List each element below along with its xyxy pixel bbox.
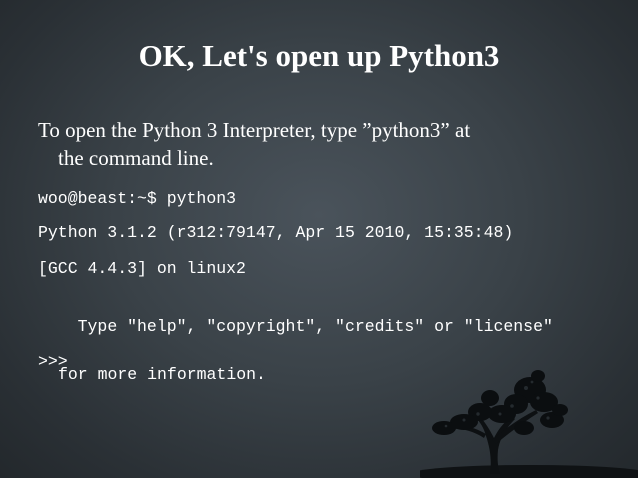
tree-silhouette-icon	[420, 370, 638, 478]
help-info-line-1: Type "help", "copyright", "credits" or "…	[77, 317, 553, 336]
intro-line-2: the command line.	[58, 146, 214, 170]
shell-command-line: woo@beast:~$ python3	[38, 189, 237, 208]
slide-title: OK, Let's open up Python3	[138, 38, 500, 73]
gcc-info-line: [GCC 4.4.3] on linux2	[38, 259, 246, 278]
intro-line-1: To open the Python 3 Interpreter, type ”…	[38, 118, 471, 142]
intro-paragraph: To open the Python 3 Interpreter, type ”…	[38, 116, 608, 172]
python-version-line: Python 3.1.2 (r312:79147, Apr 15 2010, 1…	[38, 223, 514, 242]
slide: OK, Let's open up Python3 To open the Py…	[0, 0, 638, 478]
